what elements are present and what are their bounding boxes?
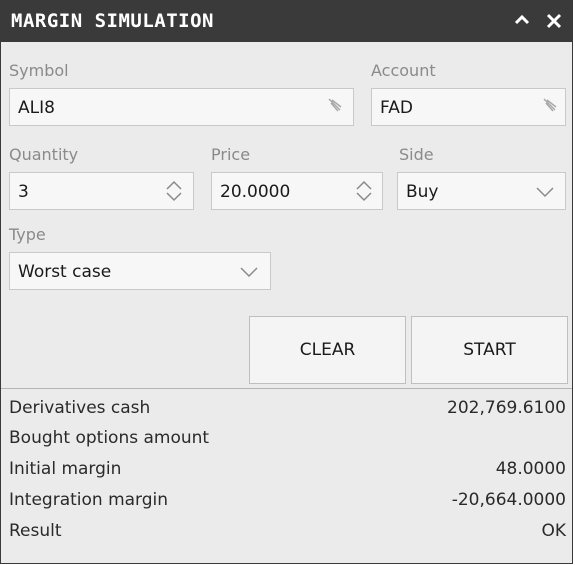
start-button[interactable]: START bbox=[411, 316, 568, 384]
symbol-field[interactable]: ALI8 bbox=[9, 88, 354, 126]
edit-pen-icon[interactable] bbox=[537, 95, 561, 119]
window-title: MARGIN SIMULATION bbox=[11, 10, 214, 32]
close-icon[interactable] bbox=[543, 8, 565, 32]
symbol-label: Symbol bbox=[9, 61, 69, 80]
result-row-integration-margin: Integration margin -20,664.0000 bbox=[9, 485, 566, 515]
result-label: Bought options amount bbox=[9, 428, 210, 448]
clear-button[interactable]: CLEAR bbox=[249, 316, 406, 384]
result-row-initial-margin: Initial margin 48.0000 bbox=[9, 454, 566, 484]
result-value: 48.0000 bbox=[495, 459, 566, 479]
result-value: 202,769.6100 bbox=[447, 398, 566, 418]
price-value: 20.0000 bbox=[220, 182, 291, 202]
chevron-up-icon[interactable] bbox=[511, 8, 533, 32]
type-select[interactable]: Worst case bbox=[9, 252, 271, 290]
result-value: -20,664.0000 bbox=[451, 490, 566, 510]
result-label: Integration margin bbox=[9, 490, 169, 510]
margin-simulation-window: MARGIN SIMULATION Symbol ALI8 Account FA… bbox=[0, 0, 573, 564]
type-label: Type bbox=[9, 225, 46, 244]
title-bar[interactable]: MARGIN SIMULATION bbox=[1, 0, 572, 42]
symbol-value: ALI8 bbox=[18, 98, 55, 118]
side-label: Side bbox=[399, 145, 434, 164]
result-label: Result bbox=[9, 521, 62, 541]
type-value: Worst case bbox=[18, 262, 112, 282]
account-field[interactable]: FAD bbox=[371, 88, 566, 126]
result-value: OK bbox=[541, 521, 566, 541]
quantity-value: 3 bbox=[18, 182, 29, 202]
result-row-bought-options-amount: Bought options amount bbox=[9, 423, 566, 453]
chevron-down-icon[interactable] bbox=[533, 179, 557, 203]
price-label: Price bbox=[211, 145, 251, 164]
result-label: Initial margin bbox=[9, 459, 122, 479]
result-label: Derivatives cash bbox=[9, 398, 151, 418]
divider bbox=[1, 388, 572, 389]
side-select[interactable]: Buy bbox=[397, 172, 566, 210]
price-stepper[interactable]: 20.0000 bbox=[211, 172, 383, 210]
quantity-stepper[interactable]: 3 bbox=[9, 172, 194, 210]
side-value: Buy bbox=[406, 182, 439, 202]
quantity-label: Quantity bbox=[9, 145, 79, 164]
account-label: Account bbox=[371, 61, 436, 80]
result-row-result: Result OK bbox=[9, 516, 566, 546]
result-row-derivatives-cash: Derivatives cash 202,769.6100 bbox=[9, 393, 566, 423]
spinner-icon[interactable] bbox=[352, 179, 376, 203]
account-value: FAD bbox=[380, 98, 413, 118]
chevron-down-icon[interactable] bbox=[237, 259, 261, 283]
spinner-icon[interactable] bbox=[162, 179, 186, 203]
edit-pen-icon[interactable] bbox=[322, 95, 346, 119]
